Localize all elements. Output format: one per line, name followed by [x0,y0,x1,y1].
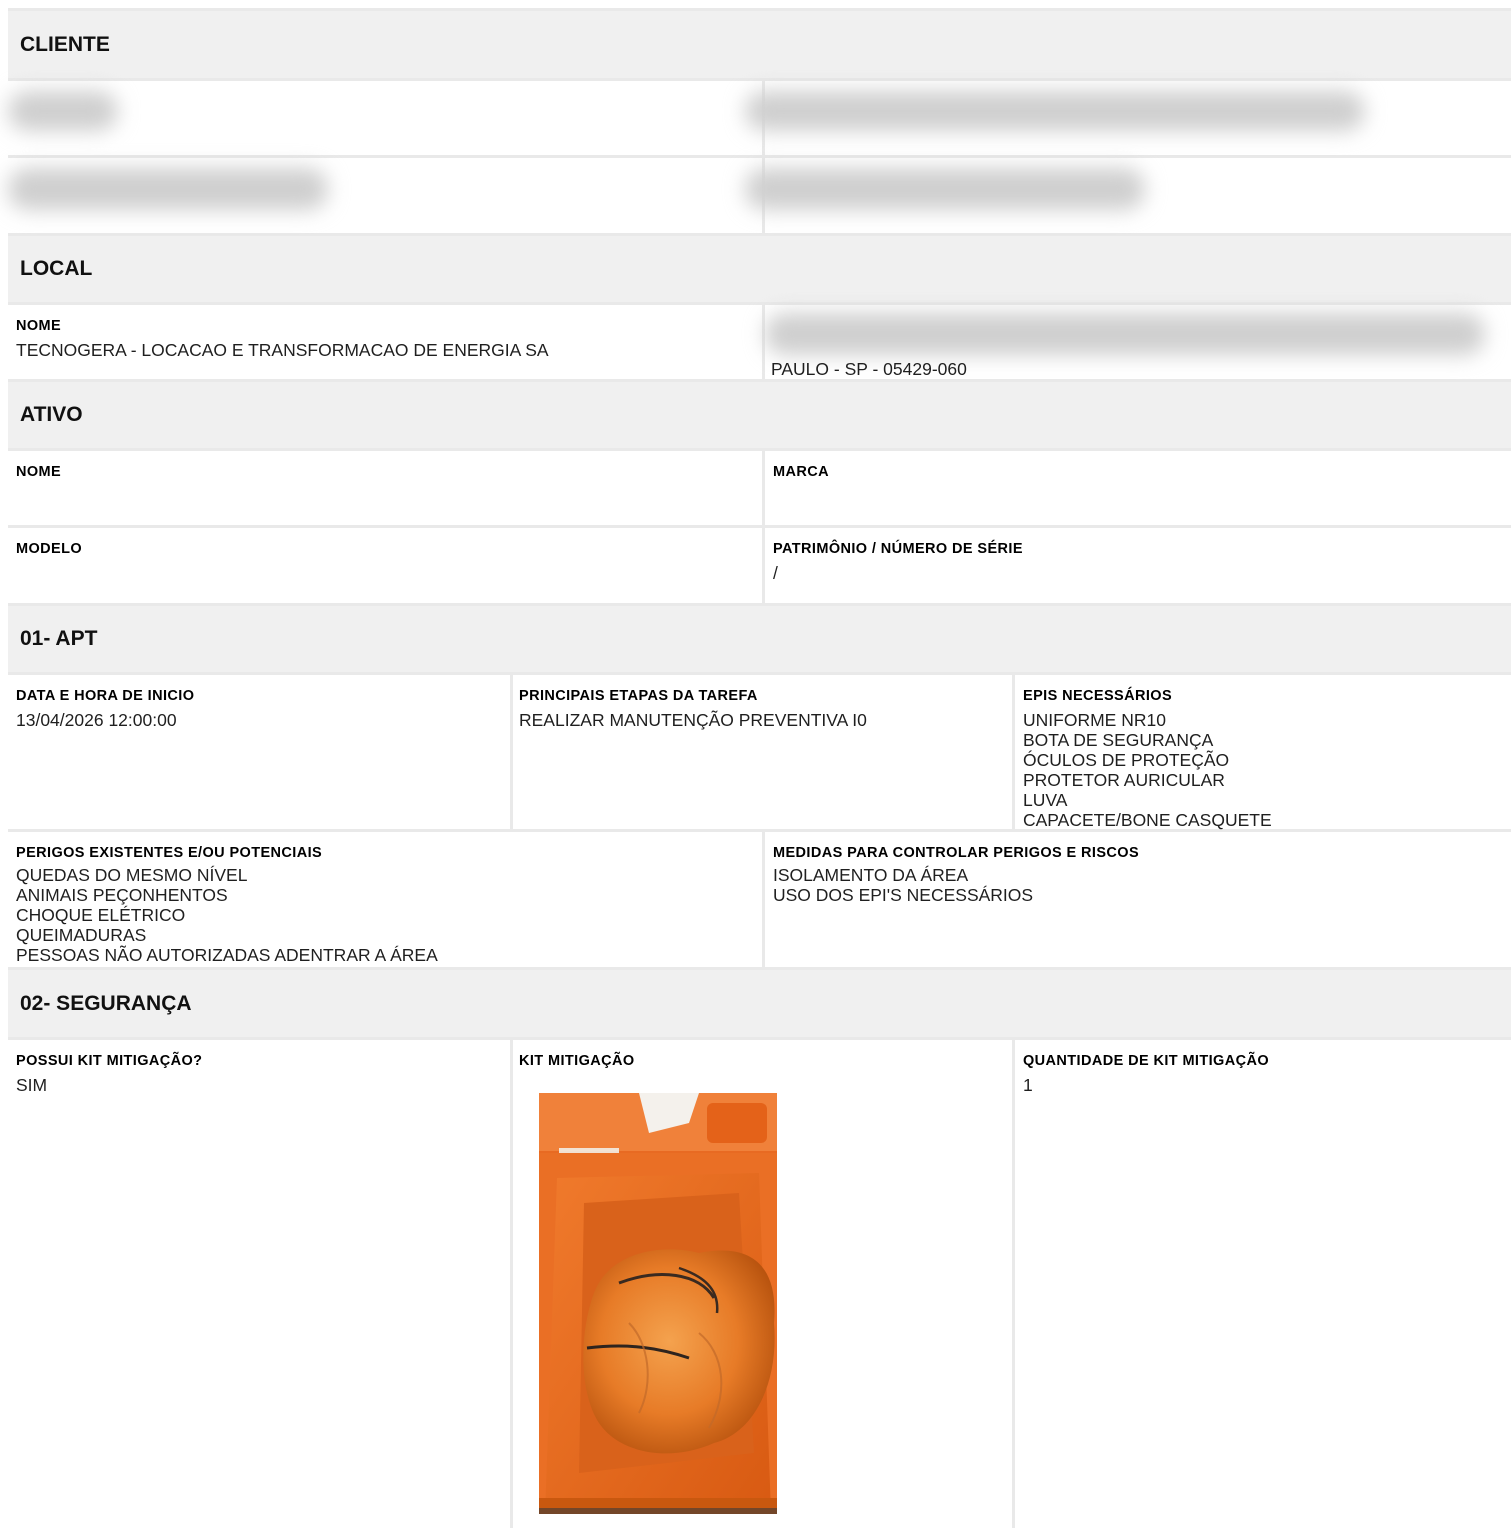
redacted-text [8,168,328,210]
ativo-modelo-label: MODELO [16,541,83,557]
apt-epis-list: UNIFORME NR10 BOTA DE SEGURANÇA ÓCULOS D… [1023,710,1503,830]
ativo-nome-label: NOME [16,464,62,480]
list-item: QUEIMADURAS [16,925,147,945]
section-title-seguranca: 02- SEGURANÇA [20,991,192,1015]
cliente-cell-1 [8,81,762,155]
redacted-text [745,168,1145,210]
cliente-cell-2 [745,81,1511,155]
list-item: ÓCULOS DE PROTEÇÃO [1023,750,1230,770]
apt-epis-cell: EPIS NECESSÁRIOS UNIFORME NR10 BOTA DE S… [1015,675,1511,830]
local-endereco-cell: PAULO - SP - 05429-060 [765,305,1511,379]
apt-epis-label: EPIS NECESSÁRIOS [1023,688,1173,704]
list-item: BOTA DE SEGURANÇA [1023,730,1214,750]
apt-etapas-cell: PRINCIPAIS ETAPAS DA TAREFA REALIZAR MAN… [513,675,1012,829]
list-item: UNIFORME NR10 [1023,710,1166,730]
section-header-cliente: CLIENTE [8,11,1511,78]
redacted-text [765,313,1485,355]
redacted-text [745,91,1365,131]
seguranca-quantidade-label: QUANTIDADE DE KIT MITIGAÇÃO [1023,1053,1270,1069]
orange-bin-image [539,1093,777,1514]
apt-perigos-list: QUEDAS DO MESMO NÍVEL ANIMAIS PEÇONHENTO… [16,865,754,965]
list-item: ANIMAIS PEÇONHENTOS [16,885,228,905]
ativo-patrimonio-cell: PATRIMÔNIO / NÚMERO DE SÉRIE / [765,528,1511,603]
section-header-apt: 01- APT [8,606,1511,672]
apt-etapas-value: REALIZAR MANUTENÇÃO PREVENTIVA I0 [519,710,867,730]
apt-medidas-label: MEDIDAS PARA CONTROLAR PERIGOS E RISCOS [773,845,1140,861]
list-item: CAPACETE/BONE CASQUETE [1023,810,1272,830]
kit-mitigacao-photo[interactable] [539,1093,777,1514]
section-header-local: LOCAL [8,236,1511,302]
local-endereco-value: PAULO - SP - 05429-060 [771,359,967,379]
section-title-cliente: CLIENTE [20,32,110,56]
section-header-seguranca: 02- SEGURANÇA [8,970,1511,1037]
ativo-nome-cell: NOME [8,451,762,525]
seguranca-possui-value: SIM [16,1075,48,1095]
section-title-apt: 01- APT [20,627,98,650]
ativo-marca-cell: MARCA [765,451,1511,525]
apt-data-label: DATA E HORA DE INICIO [16,688,195,704]
seguranca-quantidade-cell: QUANTIDADE DE KIT MITIGAÇÃO 1 [1015,1040,1511,1528]
apt-etapas-label: PRINCIPAIS ETAPAS DA TAREFA [519,688,758,704]
section-title-local: LOCAL [20,257,93,280]
ativo-patrimonio-label: PATRIMÔNIO / NÚMERO DE SÉRIE [773,541,1023,557]
seguranca-quantidade-value: 1 [1023,1075,1033,1095]
seguranca-possui-cell: POSSUI KIT MITIGAÇÃO? SIM [8,1040,510,1528]
ativo-modelo-cell: MODELO [8,528,762,603]
cliente-cell-3 [8,158,762,233]
apt-perigos-cell: PERIGOS EXISTENTES E/OU POTENCIAIS QUEDA… [8,832,762,967]
apt-medidas-list: ISOLAMENTO DA ÁREA USO DOS EPI'S NECESSÁ… [773,865,1503,905]
list-item: LUVA [1023,790,1068,810]
apt-perigos-label: PERIGOS EXISTENTES E/OU POTENCIAIS [16,845,323,861]
apt-data-value: 13/04/2026 12:00:00 [16,710,177,730]
section-header-ativo: ATIVO [8,382,1511,448]
list-item: PROTETOR AURICULAR [1023,770,1225,790]
local-nome-label: NOME [16,318,62,334]
ativo-marca-label: MARCA [773,464,829,480]
seguranca-possui-label: POSSUI KIT MITIGAÇÃO? [16,1053,203,1069]
section-title-ativo: ATIVO [20,403,83,426]
list-item: USO DOS EPI'S NECESSÁRIOS [773,885,1034,905]
local-nome-cell: NOME TECNOGERA - LOCACAO E TRANSFORMACAO… [8,305,762,379]
redacted-text [8,91,118,131]
list-item: QUEDAS DO MESMO NÍVEL [16,865,248,885]
list-item: CHOQUE ELÉTRICO [16,905,186,925]
list-item: ISOLAMENTO DA ÁREA [773,865,969,885]
apt-medidas-cell: MEDIDAS PARA CONTROLAR PERIGOS E RISCOS … [765,832,1511,967]
cliente-cell-4 [745,158,1511,233]
list-item: PESSOAS NÃO AUTORIZADAS ADENTRAR A ÁREA [16,945,438,965]
ativo-patrimonio-value: / [773,563,778,583]
local-nome-value: TECNOGERA - LOCACAO E TRANSFORMACAO DE E… [16,340,549,360]
apt-data-cell: DATA E HORA DE INICIO 13/04/2026 12:00:0… [8,675,510,829]
seguranca-kit-label: KIT MITIGAÇÃO [519,1053,635,1069]
